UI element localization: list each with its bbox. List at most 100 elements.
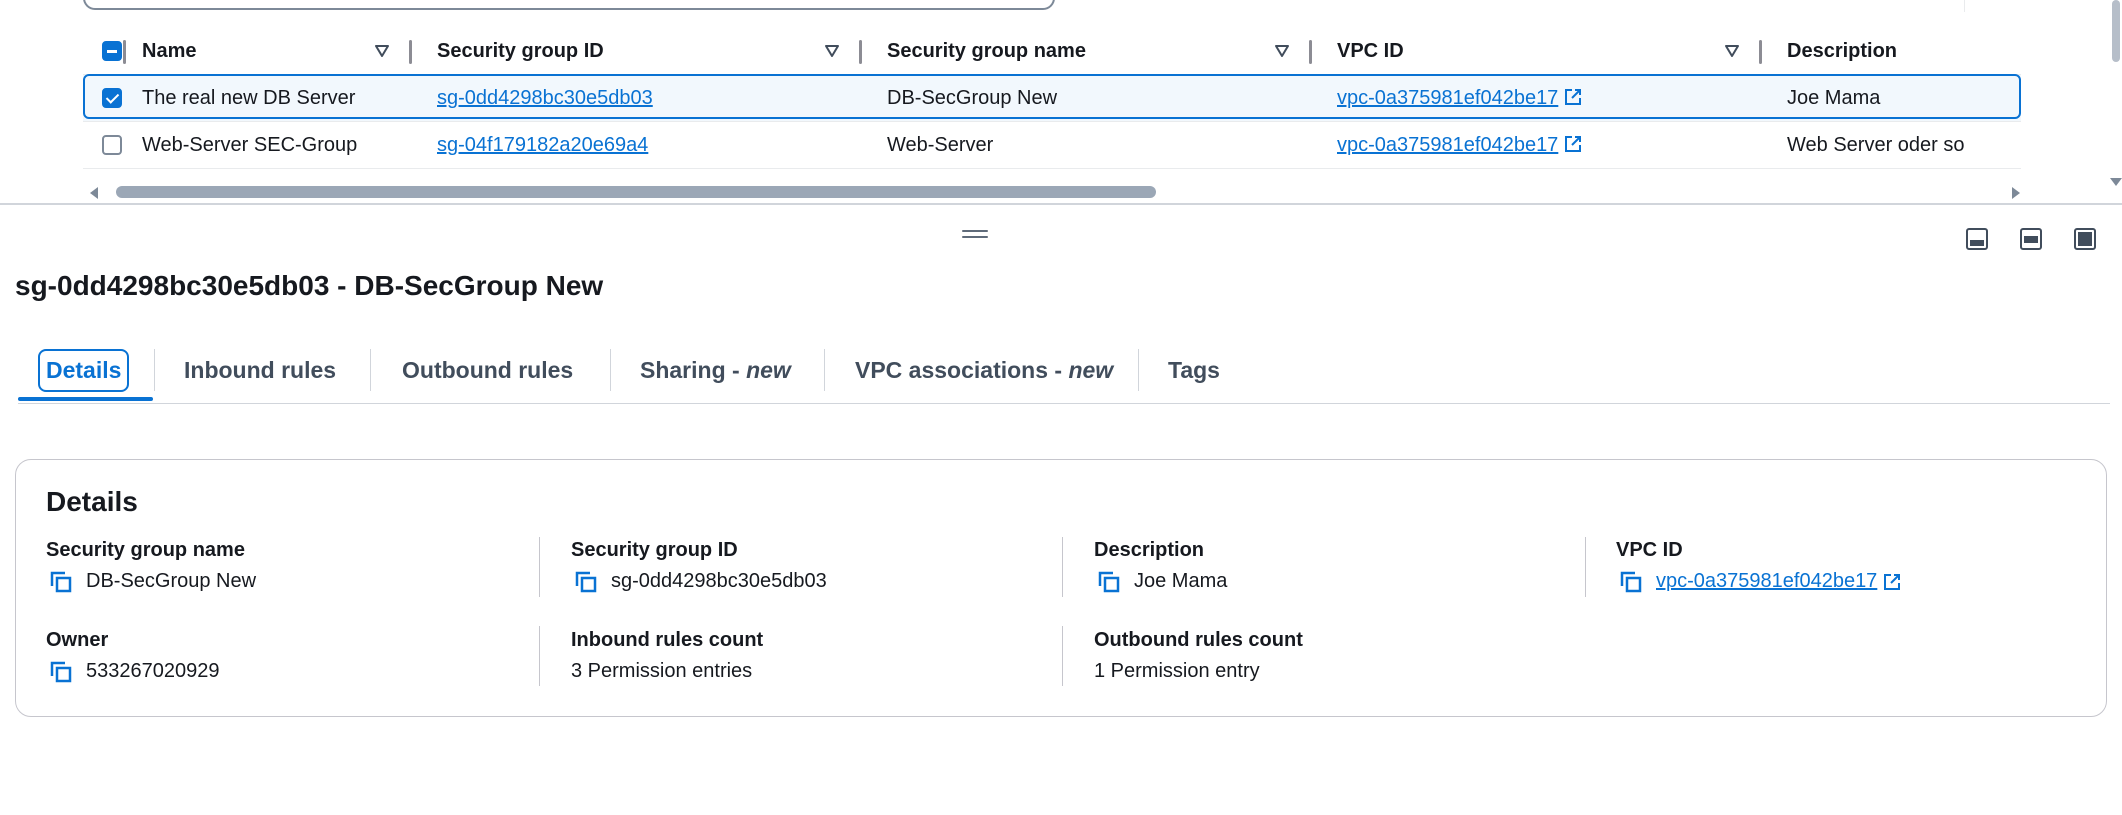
copy-icon[interactable] xyxy=(50,571,72,593)
sort-caret-icon[interactable] xyxy=(374,43,390,59)
select-all-cell xyxy=(83,28,142,75)
divider xyxy=(1964,0,1965,12)
tab-label: Details xyxy=(38,348,130,392)
cell-vpc-id: vpc-0a375981ef042be17 xyxy=(1312,74,1762,122)
cell-security-group-id: sg-04f179182a20e69a4 xyxy=(412,121,862,169)
tab-vpc-associations[interactable]: VPC associations - new xyxy=(855,345,1113,395)
field-label: Inbound rules count xyxy=(571,629,764,651)
horizontal-scrollbar[interactable] xyxy=(90,184,2020,200)
copy-icon[interactable] xyxy=(1098,571,1120,593)
sort-caret-icon[interactable] xyxy=(1274,43,1290,59)
copy-icon[interactable] xyxy=(50,661,72,683)
details-card: Details Security group name DB-SecGroup … xyxy=(15,459,2107,717)
field-value: 533267020929 xyxy=(86,660,220,682)
field-label: Owner xyxy=(46,629,109,651)
column-header-label: VPC ID xyxy=(1337,39,1404,62)
tab-label: Inbound rules xyxy=(184,356,337,383)
cell-name: Web-Server SEC-Group xyxy=(142,121,412,169)
field-security-group-name: Security group name DB-SecGroup New xyxy=(46,539,256,593)
column-divider xyxy=(539,537,540,597)
column-divider xyxy=(1062,537,1063,597)
row-checkbox[interactable] xyxy=(102,88,122,109)
tab-separator xyxy=(824,349,825,391)
tab-tags[interactable]: Tags xyxy=(1168,345,1220,395)
tab-separator xyxy=(610,349,611,391)
field-label: Security group name xyxy=(46,539,245,561)
field-owner: Owner 533267020929 xyxy=(46,629,219,683)
column-header-security-group-id[interactable]: Security group ID xyxy=(412,28,862,75)
tab-label: Tags xyxy=(1168,356,1220,383)
vpc-id-text: vpc-0a375981ef042be17 xyxy=(1337,133,1559,156)
external-link-icon[interactable] xyxy=(1883,573,1901,591)
cell-security-group-name: Web-Server xyxy=(862,121,1312,169)
tab-bar: Details Inbound rules Outbound rules Sha… xyxy=(18,345,2110,404)
copy-icon[interactable] xyxy=(1620,571,1642,593)
column-resizer[interactable] xyxy=(123,40,126,64)
tab-label: VPC associations - xyxy=(855,356,1069,383)
cell-name: The real new DB Server xyxy=(142,74,412,122)
column-header-label: Security group name xyxy=(887,39,1086,62)
field-inbound-rules-count: Inbound rules count 3 Permission entries xyxy=(571,629,763,683)
column-header-description[interactable]: Description xyxy=(1762,28,2021,75)
column-header-label: Name xyxy=(142,39,197,62)
tab-details[interactable]: Details xyxy=(38,345,130,395)
vertical-scrollbar-thumb[interactable] xyxy=(2112,0,2120,62)
column-divider xyxy=(1585,537,1586,597)
field-label: Security group ID xyxy=(571,539,738,561)
column-header-vpc-id[interactable]: VPC ID xyxy=(1312,28,1762,75)
tab-sharing[interactable]: Sharing - new xyxy=(640,345,791,395)
security-group-id-link[interactable]: sg-04f179182a20e69a4 xyxy=(437,134,648,156)
row-select-cell xyxy=(83,121,142,169)
tab-new-badge: new xyxy=(1068,356,1114,383)
split-panel-layout-controls xyxy=(1966,228,2096,250)
vpc-id-link[interactable]: vpc-0a375981ef042be17 xyxy=(1337,134,1558,156)
table-row[interactable]: Web-Server SEC-Group sg-04f179182a20e69a… xyxy=(83,121,2021,169)
horizontal-scrollbar-thumb[interactable] xyxy=(116,186,1156,198)
field-security-group-id: Security group ID sg-0dd4298bc30e5db03 xyxy=(571,539,827,593)
tab-outbound-rules[interactable]: Outbound rules xyxy=(402,345,573,395)
cell-security-group-name: DB-SecGroup New xyxy=(862,74,1312,122)
field-label: Description xyxy=(1094,539,1205,561)
details-heading: Details xyxy=(46,486,138,517)
active-tab-indicator xyxy=(18,397,153,401)
column-header-name[interactable]: Name xyxy=(142,28,412,75)
table-row[interactable]: The real new DB Server sg-0dd4298bc30e5d… xyxy=(83,74,2021,122)
tab-inbound-rules[interactable]: Inbound rules xyxy=(184,345,336,395)
select-all-checkbox[interactable] xyxy=(102,41,122,61)
layout-bottom-icon[interactable] xyxy=(1966,228,1988,250)
field-vpc-id: VPC ID vpc-0a375981ef042be17 xyxy=(1616,539,1901,593)
vpc-id-text: vpc-0a375981ef042be17 xyxy=(1337,86,1559,109)
cell-vpc-id: vpc-0a375981ef042be17 xyxy=(1312,121,1762,169)
external-link-icon[interactable] xyxy=(1564,135,1582,153)
scroll-left-arrow-icon[interactable] xyxy=(90,187,98,199)
tab-separator xyxy=(370,349,371,391)
field-outbound-rules-count: Outbound rules count 1 Permission entry xyxy=(1094,629,1303,683)
resize-handle-icon[interactable] xyxy=(962,230,988,240)
layout-full-icon[interactable] xyxy=(2074,228,2096,250)
vpc-id-link[interactable]: vpc-0a375981ef042be17 xyxy=(1337,87,1558,109)
scroll-right-arrow-icon[interactable] xyxy=(2012,187,2020,199)
cell-security-group-id: sg-0dd4298bc30e5db03 xyxy=(412,74,862,122)
split-panel-divider xyxy=(0,203,2122,205)
panel-title: sg-0dd4298bc30e5db03 - DB-SecGroup New xyxy=(15,270,604,301)
sort-caret-icon[interactable] xyxy=(824,43,840,59)
field-value: sg-0dd4298bc30e5db03 xyxy=(611,570,827,592)
row-select-cell xyxy=(83,74,142,122)
field-value: 1 Permission entry xyxy=(1094,660,1260,682)
tab-label: Outbound rules xyxy=(402,356,574,383)
column-header-label: Security group ID xyxy=(437,39,604,62)
sort-caret-icon[interactable] xyxy=(1724,43,1740,59)
column-header-security-group-name[interactable]: Security group name xyxy=(862,28,1312,75)
vpc-id-link[interactable]: vpc-0a375981ef042be17 xyxy=(1656,570,1877,593)
column-divider xyxy=(539,626,540,686)
field-value: Joe Mama xyxy=(1134,570,1228,592)
tab-separator xyxy=(1138,349,1139,391)
scroll-down-arrow-icon[interactable] xyxy=(2110,178,2122,186)
search-input-frame[interactable] xyxy=(83,0,1055,10)
external-link-icon[interactable] xyxy=(1564,88,1582,106)
column-header-label: Description xyxy=(1787,39,1898,62)
row-checkbox[interactable] xyxy=(102,135,122,156)
layout-side-icon[interactable] xyxy=(2020,228,2042,250)
security-group-id-link[interactable]: sg-0dd4298bc30e5db03 xyxy=(437,87,653,109)
copy-icon[interactable] xyxy=(575,571,597,593)
